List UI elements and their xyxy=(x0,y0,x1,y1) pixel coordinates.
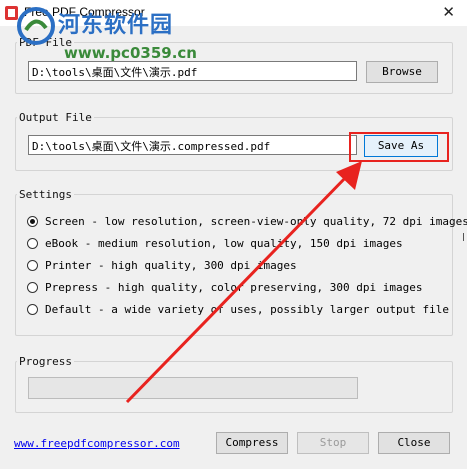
radio-prepress-button[interactable] xyxy=(27,282,38,293)
watermark-logo-icon xyxy=(17,7,55,45)
radio-ebook-button[interactable] xyxy=(27,238,38,249)
compress-button[interactable]: Compress xyxy=(216,432,288,454)
output-file-label: Output File xyxy=(17,111,94,124)
radio-printer-button[interactable] xyxy=(27,260,38,271)
radio-prepress-label: Prepress - high quality, color preservin… xyxy=(45,281,423,294)
pdf-file-input[interactable]: D:\tools\桌面\文件\演示.pdf xyxy=(28,61,357,81)
progress-bar xyxy=(28,377,358,399)
radio-default-button[interactable] xyxy=(27,304,38,315)
watermark-url: www.pc0359.cn xyxy=(64,44,197,62)
close-button[interactable]: Close xyxy=(378,432,450,454)
radio-screen-label: Screen - low resolution, screen-view-onl… xyxy=(45,215,467,228)
watermark-title: 河东软件园 xyxy=(58,13,174,38)
settings-label: Settings xyxy=(17,188,74,201)
stop-button: Stop xyxy=(297,432,369,454)
website-link[interactable]: www.freepdfcompressor.com xyxy=(14,437,180,450)
highlight-box xyxy=(349,132,449,162)
radio-default-label: Default - a wide variety of uses, possib… xyxy=(45,303,449,316)
browse-button[interactable]: Browse xyxy=(366,61,438,83)
close-window-icon[interactable]: ✕ xyxy=(442,3,455,21)
output-file-input[interactable]: D:\tools\桌面\文件\演示.compressed.pdf xyxy=(28,135,357,155)
radio-screen-button[interactable] xyxy=(27,216,38,227)
radio-printer-label: Printer - high quality, 300 dpi images xyxy=(45,259,297,272)
window-edge-mark xyxy=(463,233,467,241)
progress-label: Progress xyxy=(17,355,74,368)
radio-ebook-label: eBook - medium resolution, low quality, … xyxy=(45,237,403,250)
